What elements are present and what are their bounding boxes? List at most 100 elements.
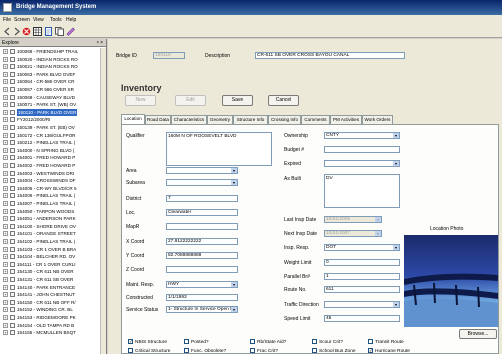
- checkbox-box[interactable]: [128, 348, 133, 354]
- menu-tools[interactable]: Tools: [50, 17, 62, 23]
- tab-road-data[interactable]: Road Data: [145, 115, 171, 124]
- route-no-field[interactable]: 611: [324, 286, 400, 293]
- tab-pm-activities[interactable]: PM Activities: [330, 115, 362, 124]
- expand-icon[interactable]: +: [3, 170, 8, 176]
- transit-route-checkbox[interactable]: Transit Route: [368, 339, 404, 346]
- expand-icon[interactable]: +: [3, 299, 8, 305]
- tree-item[interactable]: +154140 - PARK ENTRANCE: [0, 284, 100, 291]
- budget-field[interactable]: [324, 146, 400, 153]
- tree-item[interactable]: +154051 - ANDERSON PARK: [0, 215, 100, 222]
- critical-structure-checkbox[interactable]: Critical Structure: [128, 348, 170, 354]
- posted-checkbox[interactable]: Posted?: [184, 339, 209, 346]
- tree-item[interactable]: + FY2012/2000/RI: [0, 116, 100, 123]
- mapr-field[interactable]: [166, 223, 238, 230]
- expand-icon[interactable]: +: [3, 79, 8, 85]
- service-status-select[interactable]: 1- Structure In Service Open to ▾: [166, 306, 238, 313]
- chevron-down-icon[interactable]: ▾: [393, 161, 399, 166]
- tree-item[interactable]: +150071 - PARK ST. (WB) OV: [0, 101, 100, 108]
- expand-icon[interactable]: +: [3, 201, 8, 206]
- checkbox-box[interactable]: ✓: [128, 339, 133, 345]
- checkbox-box[interactable]: ✓: [368, 348, 373, 354]
- tree-item[interactable]: +154131 - CR 611 SB OVER: [0, 276, 100, 283]
- frac-crit-checkbox[interactable]: Frac Crit?: [250, 348, 278, 354]
- speed-limit-field[interactable]: 45: [324, 315, 400, 322]
- tab-crossing-info[interactable]: Crossing Info: [268, 115, 301, 124]
- ruler-icon[interactable]: [66, 27, 75, 36]
- checkbox-box[interactable]: [250, 348, 255, 354]
- forward-icon[interactable]: [12, 27, 21, 36]
- expand-icon[interactable]: +: [3, 239, 8, 244]
- menu-view[interactable]: View: [33, 17, 44, 23]
- expand-icon[interactable]: +: [3, 254, 8, 260]
- expand-icon[interactable]: +: [3, 87, 8, 92]
- tree-item[interactable]: +154007 - PINELLAS TRAIL (: [0, 200, 100, 207]
- parallel-brg-field[interactable]: 1: [324, 273, 400, 280]
- loc-field[interactable]: Clearwater: [166, 209, 238, 216]
- tree-item[interactable]: +154001 - FRED HOWARD P: [0, 154, 100, 161]
- expand-icon[interactable]: +: [3, 178, 8, 184]
- checkbox-box[interactable]: [184, 348, 189, 354]
- scour-crit-checkbox[interactable]: Scour Crit?: [312, 339, 343, 346]
- tab-location[interactable]: Location: [121, 114, 145, 124]
- tree-item[interactable]: +154000 - N SPRING BLVD (: [0, 147, 100, 154]
- tree-item[interactable]: +154100 - SHORE DRIVE OV: [0, 223, 100, 230]
- tab-structure-info[interactable]: Structure Info: [233, 115, 268, 124]
- tree-item[interactable]: +154150 - CR 611 NB OFF R/: [0, 299, 100, 306]
- tree-item[interactable]: +154050 - TARPON WOODS: [0, 208, 100, 215]
- tree-item[interactable]: +154006 - PINELLAS TRAIL (: [0, 192, 100, 199]
- tree-item[interactable]: +154003 - WESTWINDS DRI: [0, 170, 100, 177]
- next-insp-date-field[interactable]: 10/31/2007 ▾: [324, 230, 382, 237]
- edit-button[interactable]: Edit: [175, 95, 206, 106]
- chevron-down-icon[interactable]: ▾: [231, 307, 237, 312]
- tree-item[interactable]: +154104 - BELCHER RD. OV: [0, 253, 100, 260]
- expand-icon[interactable]: +: [3, 140, 8, 146]
- subarea-select[interactable]: ▾: [166, 179, 238, 186]
- ownership-select[interactable]: CNTY ▾: [324, 132, 400, 139]
- chevron-down-icon[interactable]: ▾: [231, 168, 237, 173]
- expand-icon[interactable]: +: [3, 261, 8, 267]
- checkbox-box[interactable]: [312, 339, 317, 345]
- expand-icon[interactable]: +: [3, 292, 8, 298]
- save-button[interactable]: Save: [222, 95, 253, 106]
- tree-item[interactable]: +150110 - PARK BLVD OVER: [0, 108, 100, 116]
- bridge-id-field[interactable]: 150110: [153, 52, 185, 59]
- expand-icon[interactable]: +: [3, 102, 8, 108]
- chevron-down-icon[interactable]: ▾: [393, 302, 399, 307]
- expand-icon[interactable]: +: [3, 277, 8, 282]
- expand-icon[interactable]: +: [3, 284, 8, 290]
- district-field[interactable]: 7: [166, 195, 238, 202]
- func-obsolete-checkbox[interactable]: Func. Obsolete?: [184, 348, 226, 354]
- expand-icon[interactable]: +: [3, 216, 8, 222]
- weight-limit-field[interactable]: 0: [324, 259, 400, 266]
- new-button[interactable]: New: [125, 95, 156, 106]
- expired-select[interactable]: ▾: [324, 160, 400, 167]
- explorer-scrollbar[interactable]: [100, 48, 106, 354]
- expand-icon[interactable]: +: [3, 223, 8, 229]
- browse-button[interactable]: Browse...: [459, 329, 497, 339]
- tree-item[interactable]: +150139 - PARK ST. (EB) OV: [0, 124, 100, 131]
- description-field[interactable]: CR-611 SB OVER CROSS BAYOU CANAL: [255, 52, 405, 59]
- expand-icon[interactable]: +: [3, 71, 8, 77]
- checkbox-box[interactable]: [184, 339, 189, 345]
- grid-icon[interactable]: [33, 27, 42, 36]
- expand-icon[interactable]: +: [3, 246, 8, 252]
- tab-characteristics[interactable]: Characteristics: [171, 115, 207, 124]
- tree-item[interactable]: +154153 - RIDGEMOORE PK: [0, 314, 100, 321]
- tree-item[interactable]: +150172 - CR 138/GULFPOR: [0, 132, 100, 139]
- tree-item[interactable]: +150067 - CR 586 OVER SR: [0, 86, 100, 93]
- tree-item[interactable]: +154155 - MCMULLEN BSQT: [0, 329, 100, 336]
- explorer-pin-close-controls[interactable]: ᵖ ×: [97, 39, 103, 47]
- expand-icon[interactable]: +: [3, 117, 8, 123]
- expand-icon[interactable]: +: [3, 193, 8, 199]
- constructed-field[interactable]: 1/1/1993: [166, 294, 238, 301]
- expand-icon[interactable]: +: [3, 56, 8, 62]
- traffic-direction-select[interactable]: ▾: [324, 301, 400, 308]
- expand-icon[interactable]: +: [3, 322, 8, 328]
- close-icon[interactable]: [22, 27, 31, 36]
- expand-icon[interactable]: +: [3, 49, 8, 54]
- expand-icon[interactable]: +: [3, 315, 8, 320]
- checkbox-box[interactable]: [312, 348, 317, 354]
- tree-item[interactable]: +154152 - WINDING CR. BL: [0, 306, 100, 313]
- chevron-down-icon[interactable]: ▾: [393, 133, 399, 138]
- chevron-down-icon[interactable]: ▾: [393, 245, 399, 250]
